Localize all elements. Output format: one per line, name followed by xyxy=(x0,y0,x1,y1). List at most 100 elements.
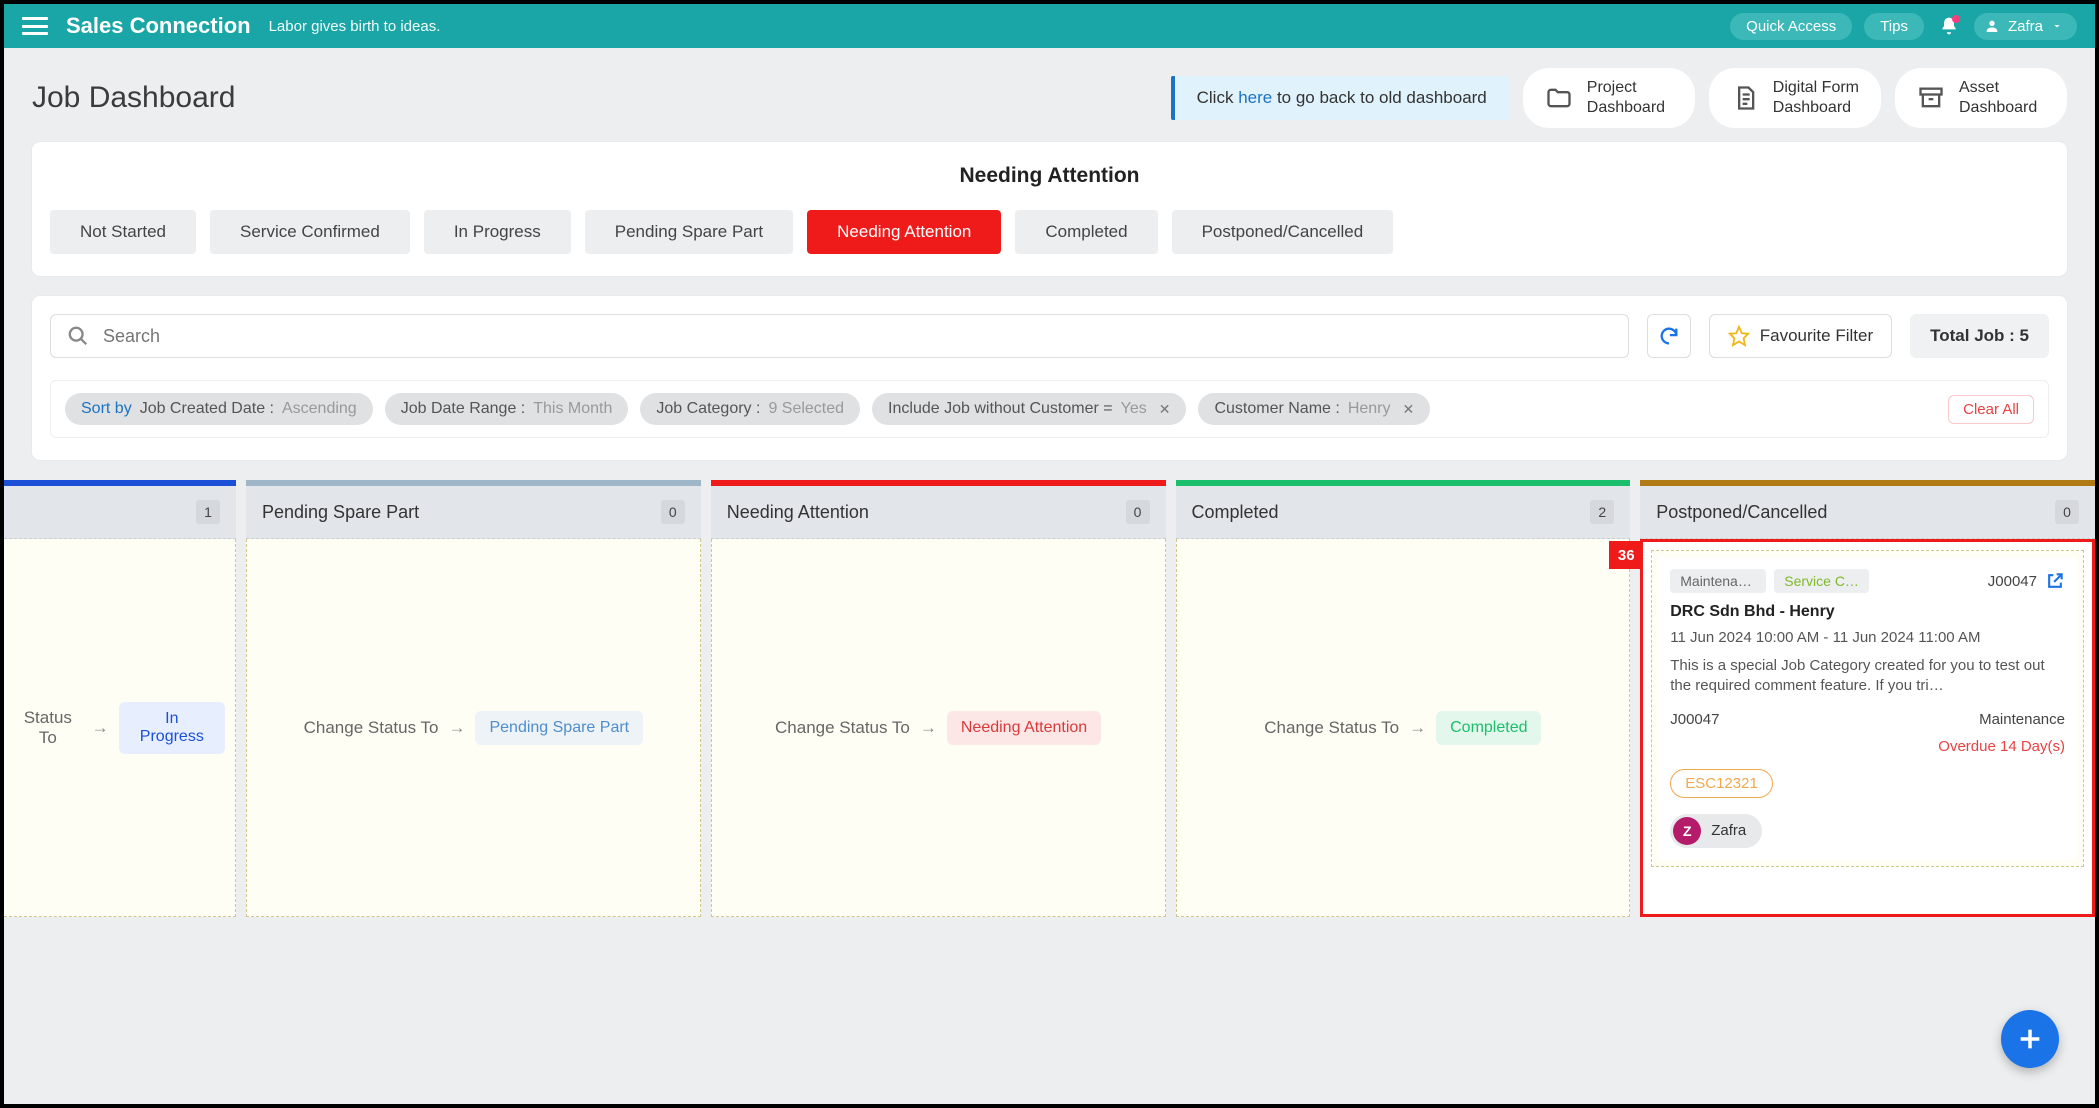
job-tag-service: Service C… xyxy=(1774,569,1869,593)
attention-panel: Needing Attention Not Started Service Con… xyxy=(32,142,2067,276)
nav-label: ProjectDashboard xyxy=(1587,78,1665,118)
kanban-column: Pending Spare Part 0 Change Status To → … xyxy=(246,480,701,917)
column-body[interactable]: Change Status To → Needing Attention xyxy=(711,539,1166,917)
attention-title: Needing Attention xyxy=(50,164,2049,188)
search-box[interactable] xyxy=(50,314,1629,358)
column-name: Needing Attention xyxy=(727,502,869,523)
column-count: 0 xyxy=(1126,500,1150,524)
refresh-button[interactable] xyxy=(1647,314,1691,358)
filter-category[interactable]: Job Category : 9 Selected xyxy=(640,393,860,425)
filter-customer-name[interactable]: Customer Name : Henry ✕ xyxy=(1198,393,1430,425)
job-overdue: Overdue 14 Day(s) xyxy=(1670,738,2065,755)
column-body[interactable]: Status To → In Progress xyxy=(4,539,236,917)
kanban-board: 1 Status To → In Progress Pending Spare … xyxy=(4,480,2095,917)
job-assignee-chip[interactable]: Z Zafra xyxy=(1670,814,1762,848)
clear-all-button[interactable]: Clear All xyxy=(1948,395,2034,424)
quick-access-button[interactable]: Quick Access xyxy=(1730,13,1852,40)
nav-label: Digital FormDashboard xyxy=(1773,78,1859,118)
assignee-name: Zafra xyxy=(1711,822,1746,839)
job-tag-maintenance: Maintenan… xyxy=(1670,569,1766,593)
close-icon[interactable]: ✕ xyxy=(1403,401,1415,418)
column-body[interactable]: Change Status To → Pending Spare Part xyxy=(246,539,701,917)
topbar-left: Sales Connection Labor gives birth to id… xyxy=(22,13,440,39)
nav-project-dashboard[interactable]: ProjectDashboard xyxy=(1523,68,1695,128)
job-description: This is a special Job Category created f… xyxy=(1670,656,2065,697)
job-card-dropzone[interactable]: Maintenan… Service C… J00047 DRC Sdn Bhd… xyxy=(1651,550,2084,867)
kanban-column-highlighted: Postponed/Cancelled 0 36 Maintenan… Serv… xyxy=(1640,480,2095,917)
filter-row: Sort by Job Created Date : Ascending Job… xyxy=(50,380,2049,438)
nav-digital-form-dashboard[interactable]: Digital FormDashboard xyxy=(1709,68,1881,128)
arrow-right-icon: → xyxy=(92,718,109,738)
change-status-hint: Change Status To → Pending Spare Part xyxy=(257,711,690,745)
open-in-new-icon[interactable] xyxy=(2045,571,2065,591)
job-id: J00047 xyxy=(1988,573,2037,590)
change-status-hint: Status To → In Progress xyxy=(14,702,225,754)
add-button[interactable] xyxy=(2001,1010,2059,1068)
kanban-column: 1 Status To → In Progress xyxy=(4,480,236,917)
filter-include-no-customer[interactable]: Include Job without Customer = Yes ✕ xyxy=(872,393,1186,425)
favourite-filter-button[interactable]: Favourite Filter xyxy=(1709,314,1892,358)
tab-in-progress[interactable]: In Progress xyxy=(424,210,571,254)
tab-needing-attention[interactable]: Needing Attention xyxy=(807,210,1001,254)
kanban-column: Needing Attention 0 Change Status To → N… xyxy=(711,480,1166,917)
menu-icon[interactable] xyxy=(22,17,48,35)
header-right: Click here to go back to old dashboard P… xyxy=(1171,68,2067,128)
close-icon[interactable]: ✕ xyxy=(1159,401,1171,418)
nav-asset-dashboard[interactable]: AssetDashboard xyxy=(1895,68,2067,128)
archive-icon xyxy=(1917,84,1945,112)
tab-pending-spare-part[interactable]: Pending Spare Part xyxy=(585,210,793,254)
job-time: 11 Jun 2024 10:00 AM - 11 Jun 2024 11:00… xyxy=(1670,629,2065,646)
search-input[interactable] xyxy=(103,326,1612,347)
notifications-button[interactable] xyxy=(1936,13,1962,39)
job-id-bottom: J00047 xyxy=(1670,711,1719,728)
search-row: Favourite Filter Total Job : 5 xyxy=(50,314,2049,358)
notification-dot-icon xyxy=(1952,15,1960,23)
kanban-column: Completed 2 Change Status To → Completed xyxy=(1176,480,1631,917)
filter-sortby[interactable]: Sort by Job Created Date : Ascending xyxy=(65,393,373,425)
status-tag: Completed xyxy=(1436,711,1541,745)
arrow-right-icon: → xyxy=(920,718,937,738)
highlight-flag: 36 xyxy=(1609,541,1643,569)
tab-completed[interactable]: Completed xyxy=(1015,210,1157,254)
user-menu[interactable]: Zafra xyxy=(1974,13,2077,40)
content: Needing Attention Not Started Service Con… xyxy=(4,142,2095,460)
column-body[interactable]: 36 Maintenan… Service C… J00047 DRC Sdn … xyxy=(1640,539,2095,917)
tips-button[interactable]: Tips xyxy=(1864,13,1924,40)
avatar: Z xyxy=(1673,817,1701,845)
header-row: Job Dashboard Click here to go back to o… xyxy=(4,48,2095,142)
column-count: 2 xyxy=(1590,500,1614,524)
change-status-hint: Change Status To → Completed xyxy=(1187,711,1620,745)
nav-label: AssetDashboard xyxy=(1959,78,2037,118)
topbar: Sales Connection Labor gives birth to id… xyxy=(4,4,2095,48)
search-filter-panel: Favourite Filter Total Job : 5 Sort by J… xyxy=(32,296,2067,460)
old-dashboard-banner: Click here to go back to old dashboard xyxy=(1171,76,1509,120)
column-body[interactable]: Change Status To → Completed xyxy=(1176,539,1631,917)
old-dashboard-link[interactable]: here xyxy=(1238,88,1272,107)
chevron-down-icon xyxy=(2051,20,2063,32)
old-dash-post: to go back to old dashboard xyxy=(1272,88,1487,107)
document-icon xyxy=(1731,84,1759,112)
tab-not-started[interactable]: Not Started xyxy=(50,210,196,254)
job-type: Maintenance xyxy=(1979,711,2065,728)
tab-row: Not Started Service Confirmed In Progress P… xyxy=(50,210,2049,254)
column-name: Completed xyxy=(1192,502,1279,523)
column-name: Postponed/Cancelled xyxy=(1656,502,1827,523)
arrow-right-icon: → xyxy=(1409,718,1426,738)
column-header: Needing Attention 0 xyxy=(711,486,1166,539)
fav-filter-label: Favourite Filter xyxy=(1760,326,1873,346)
filter-date-range[interactable]: Job Date Range : This Month xyxy=(385,393,629,425)
tab-service-confirmed[interactable]: Service Confirmed xyxy=(210,210,410,254)
column-header: Completed 2 xyxy=(1176,486,1631,539)
status-tag: In Progress xyxy=(119,702,225,754)
tagline: Labor gives birth to ideas. xyxy=(269,18,441,35)
arrow-right-icon: → xyxy=(448,718,465,738)
job-title: DRC Sdn Bhd - Henry xyxy=(1670,603,2065,621)
total-job-badge: Total Job : 5 xyxy=(1910,314,2049,358)
job-escalation-badge[interactable]: ESC12321 xyxy=(1670,769,1773,798)
user-name: Zafra xyxy=(2008,18,2043,35)
person-icon xyxy=(1984,18,2000,34)
tab-postponed-cancelled[interactable]: Postponed/Cancelled xyxy=(1172,210,1394,254)
status-tag: Pending Spare Part xyxy=(475,711,643,745)
column-header: Postponed/Cancelled 0 xyxy=(1640,486,2095,539)
job-card[interactable]: Maintenan… Service C… J00047 DRC Sdn Bhd… xyxy=(1658,557,2077,860)
